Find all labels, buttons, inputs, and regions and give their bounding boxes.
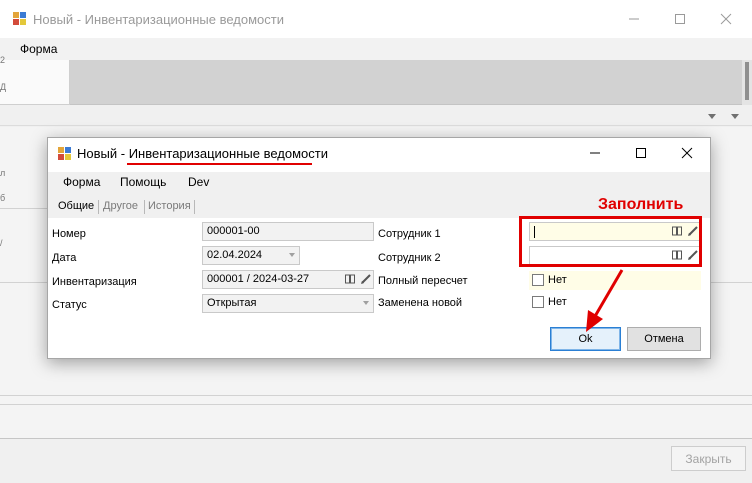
annotation-arrow-icon: [586, 269, 624, 332]
